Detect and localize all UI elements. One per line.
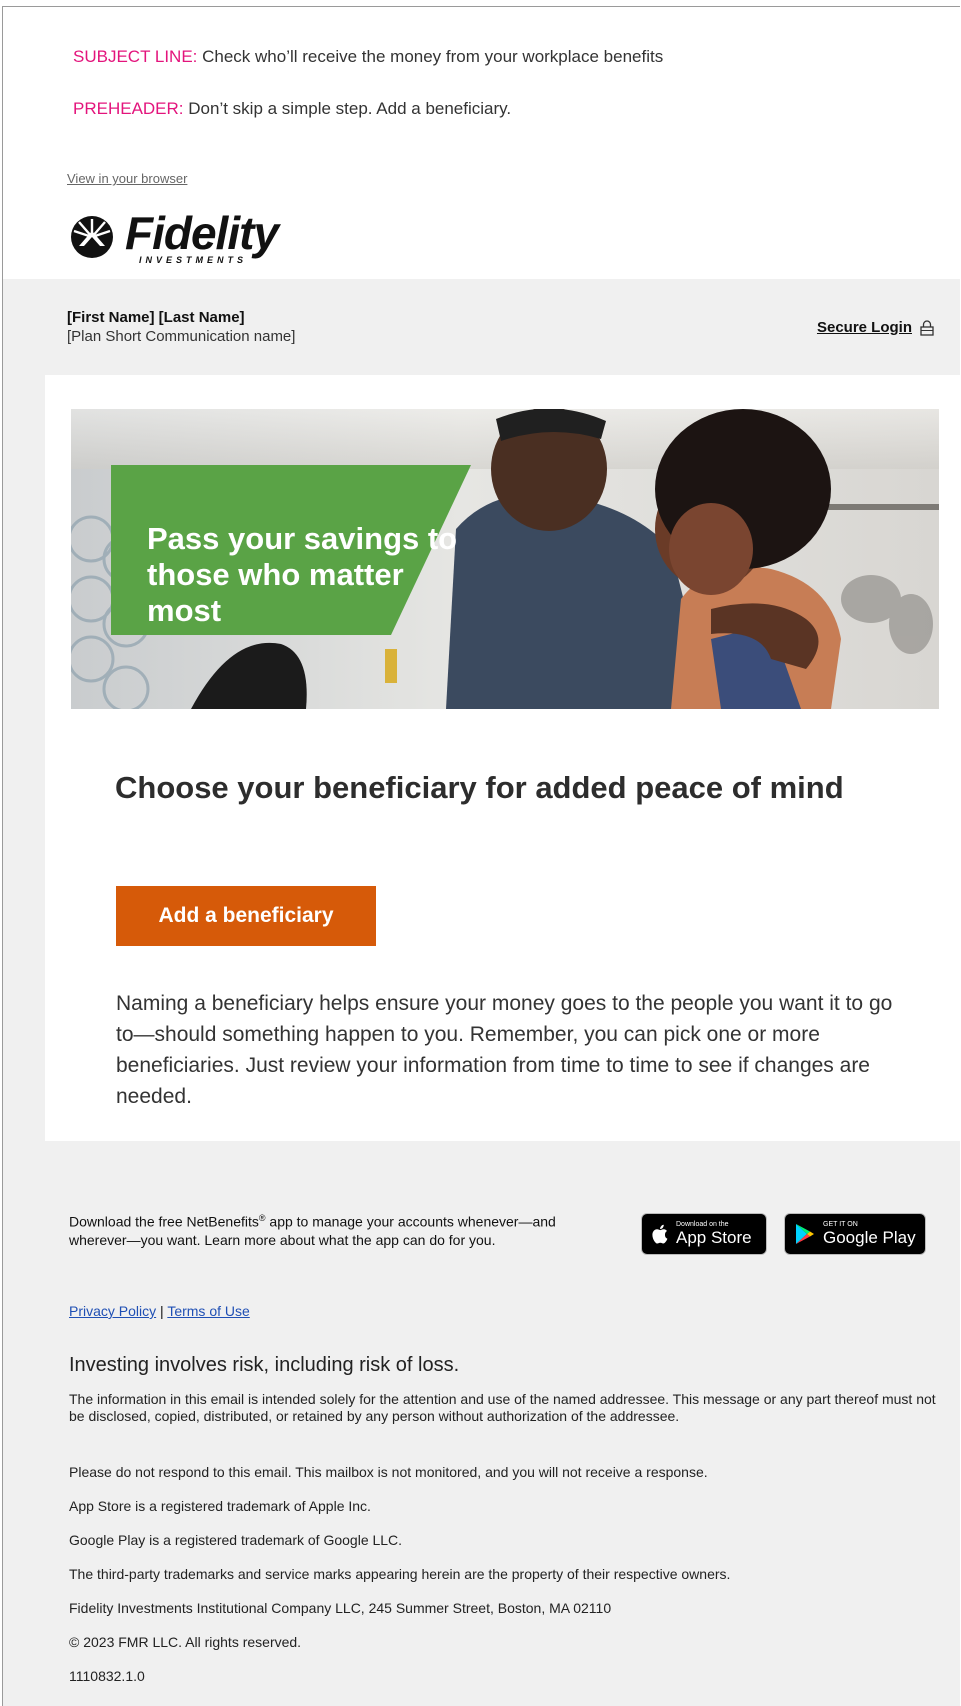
fine-print-id: 1110832.1.0 (69, 1668, 145, 1684)
preheader-text: Don’t skip a simple step. Add a benefici… (188, 99, 512, 118)
registered-mark: ® (258, 1213, 266, 1223)
secure-login-link[interactable]: Secure Login (817, 319, 934, 336)
hero-banner[interactable]: Pass your savings to those who matter mo… (71, 409, 939, 709)
plan-name: [Plan Short Communication name] (67, 328, 296, 345)
app-download-text: Download the free NetBenefits® app to ma… (69, 1209, 559, 1249)
email-frame: SUBJECT LINE: Check who’ll receive the m… (2, 6, 960, 1706)
terms-of-use-link[interactable]: Terms of Use (167, 1303, 249, 1319)
fine-print-app-store: App Store is a registered trademark of A… (69, 1498, 371, 1514)
lock-icon (920, 319, 934, 336)
app-store-badge[interactable]: Download on the App Store (641, 1213, 767, 1255)
app-text-before: Download the free NetBenefits (69, 1213, 259, 1230)
add-beneficiary-button[interactable]: Add a beneficiary (116, 886, 376, 946)
apple-icon (652, 1224, 668, 1244)
logo-wordmark: Fidelity (125, 207, 279, 259)
link-separator: | (160, 1303, 164, 1319)
recipient-name: [First Name] [Last Name] (67, 309, 245, 326)
privacy-policy-link[interactable]: Privacy Policy (69, 1303, 156, 1319)
subject-text: Check who’ll receive the money from your… (202, 47, 664, 66)
view-in-browser-link[interactable]: View in your browser (67, 171, 187, 186)
fine-print-google-play: Google Play is a registered trademark of… (69, 1532, 403, 1548)
pyramid-logo-icon (71, 216, 113, 258)
email-header: SUBJECT LINE: Check who’ll receive the m… (3, 7, 960, 279)
preheader-line: PREHEADER: Don’t skip a simple step. Add… (73, 99, 511, 119)
body-copy: Naming a beneficiary helps ensure your m… (116, 992, 893, 1108)
main-headline: Choose your beneficiary for added peace … (115, 770, 844, 805)
app-store-big: App Store (676, 1228, 752, 1247)
legal-links: Privacy Policy | Terms of Use (69, 1303, 250, 1319)
fine-print-confidentiality: The information in this email is intende… (69, 1391, 936, 1424)
account-bar: [First Name] [Last Name] [Plan Short Com… (3, 279, 960, 375)
fine-print-copyright: © 2023 FMR LLC. All rights reserved. (69, 1634, 302, 1650)
fine-print-no-reply: Please do not respond to this email. Thi… (69, 1464, 708, 1480)
play-icon (796, 1224, 814, 1244)
content-card: Pass your savings to those who matter mo… (45, 375, 960, 1141)
fine-print-address: Fidelity Investments Institutional Compa… (69, 1600, 612, 1616)
google-play-big: Google Play (823, 1228, 916, 1247)
google-play-label: GET IT ON Google Play (823, 1221, 916, 1247)
preheader-label: PREHEADER: (73, 99, 184, 118)
logo-subline: INVESTMENTS (139, 255, 248, 265)
google-play-badge[interactable]: GET IT ON Google Play (784, 1213, 926, 1255)
fine-print-trademarks: The third-party trademarks and service m… (69, 1566, 731, 1582)
secure-login-label: Secure Login (816, 319, 912, 336)
subject-line: SUBJECT LINE: Check who’ll receive the m… (73, 47, 663, 67)
hero-headline: Pass your savings to those who matter mo… (147, 521, 458, 628)
fidelity-logo[interactable]: Fidelity INVESTMENTS (67, 207, 279, 265)
app-store-label: Download on the App Store (676, 1221, 752, 1247)
subject-label: SUBJECT LINE: (73, 47, 198, 66)
risk-disclosure: Investing involves risk, including risk … (69, 1354, 460, 1376)
